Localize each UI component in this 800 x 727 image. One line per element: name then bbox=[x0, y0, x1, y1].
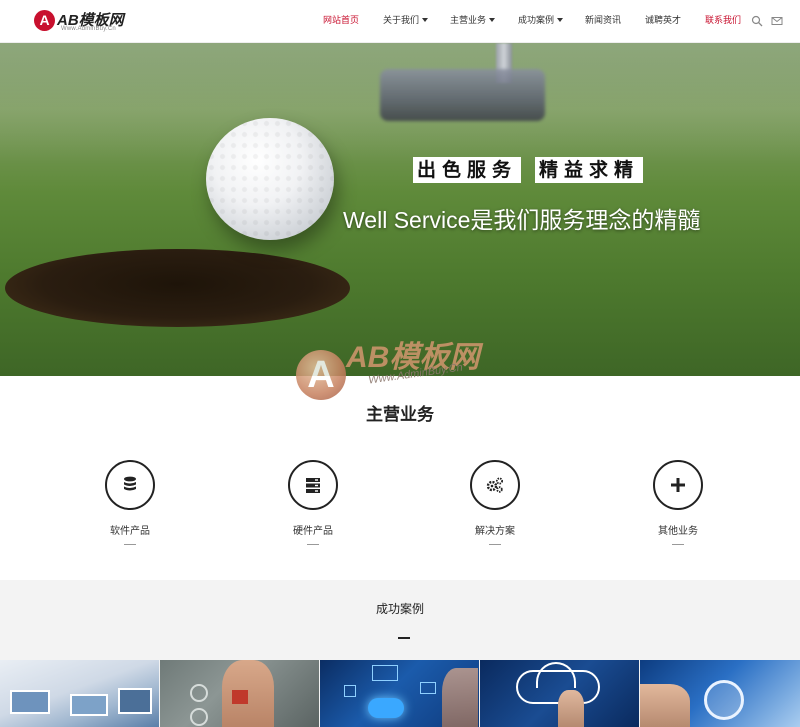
case-thumb-screen bbox=[10, 690, 50, 714]
service-icon-circle bbox=[288, 460, 338, 510]
case-thumb-node bbox=[344, 685, 356, 697]
site-logo[interactable]: A AB模板网 Www.AdminBuy.Cn bbox=[34, 9, 144, 35]
service-icon-circle bbox=[105, 460, 155, 510]
putter-head bbox=[380, 69, 545, 121]
golf-ball-dimples bbox=[206, 118, 334, 240]
watermark-logo: A AB模板网 Www.AdminBuy.Cn bbox=[296, 326, 516, 406]
case-thumbnail-network[interactable] bbox=[320, 660, 479, 727]
case-thumb-screen bbox=[70, 694, 108, 716]
golf-hole bbox=[5, 249, 350, 327]
service-label: 其他业务 bbox=[658, 526, 698, 537]
hero-subtitle: Well Service是我们服务理念的精髓 bbox=[343, 207, 701, 233]
service-divider bbox=[124, 544, 136, 545]
case-thumbnail-search[interactable] bbox=[640, 660, 800, 727]
cases-title-underline bbox=[398, 637, 410, 639]
case-thumbnail-cloud[interactable] bbox=[480, 660, 639, 727]
case-thumbnail-office[interactable] bbox=[0, 660, 159, 727]
case-thumb-screen bbox=[118, 688, 152, 714]
service-divider bbox=[672, 544, 684, 545]
case-thumb-cloud bbox=[368, 698, 404, 718]
logo-badge: A bbox=[34, 10, 55, 31]
database-icon bbox=[124, 476, 136, 491]
case-thumbnail-business[interactable] bbox=[160, 660, 319, 727]
nav-item-business[interactable]: 主营业务 bbox=[450, 0, 496, 43]
service-divider bbox=[307, 544, 319, 545]
chevron-down-icon bbox=[422, 18, 429, 22]
case-thumb-icon bbox=[190, 684, 208, 702]
hero-tagline-2: 精益求精 bbox=[535, 157, 644, 183]
service-divider bbox=[489, 544, 501, 545]
site-header: A AB模板网 Www.AdminBuy.Cn 网站首页 关于我们 主营业务 成… bbox=[0, 0, 800, 43]
hero-tagline-1: 出色服务 bbox=[413, 157, 522, 183]
case-thumb-hand bbox=[558, 690, 584, 727]
case-thumb-cloud-outline bbox=[536, 662, 576, 688]
logo-subtext: Www.AdminBuy.Cn bbox=[61, 26, 116, 32]
case-thumb-hand bbox=[640, 684, 690, 727]
nav-item-about[interactable]: 关于我们 bbox=[383, 0, 429, 43]
nav-item-contact[interactable]: 联系我们 bbox=[705, 0, 741, 43]
case-thumb-person bbox=[222, 660, 274, 727]
gears-icon bbox=[486, 477, 503, 493]
plus-icon bbox=[671, 478, 685, 492]
case-thumb-monitor bbox=[372, 665, 398, 681]
nav-item-news[interactable]: 新闻资讯 bbox=[585, 0, 621, 43]
cases-title: 成功案例 bbox=[375, 602, 424, 616]
server-icon bbox=[306, 478, 320, 493]
services-title: 主营业务 bbox=[366, 405, 434, 425]
nav-item-cases[interactable]: 成功案例 bbox=[518, 0, 564, 43]
nav-item-home[interactable]: 网站首页 bbox=[323, 0, 359, 43]
watermark-badge: A bbox=[296, 350, 346, 400]
chevron-down-icon bbox=[489, 18, 496, 22]
service-label: 软件产品 bbox=[110, 526, 150, 537]
service-label: 硬件产品 bbox=[293, 526, 333, 537]
service-icon-circle bbox=[653, 460, 703, 510]
search-icon[interactable] bbox=[751, 15, 763, 27]
service-label: 解决方案 bbox=[475, 526, 515, 537]
nav-item-jobs[interactable]: 诚聘英才 bbox=[645, 0, 681, 43]
case-thumb-magnifier bbox=[704, 680, 744, 720]
case-thumb-icon bbox=[190, 708, 208, 726]
mail-icon[interactable] bbox=[771, 15, 783, 27]
service-icon-circle bbox=[470, 460, 520, 510]
case-thumb-marker bbox=[232, 690, 248, 704]
case-thumb-hand bbox=[442, 668, 478, 727]
chevron-down-icon bbox=[557, 18, 564, 22]
case-thumb-node bbox=[420, 682, 436, 694]
